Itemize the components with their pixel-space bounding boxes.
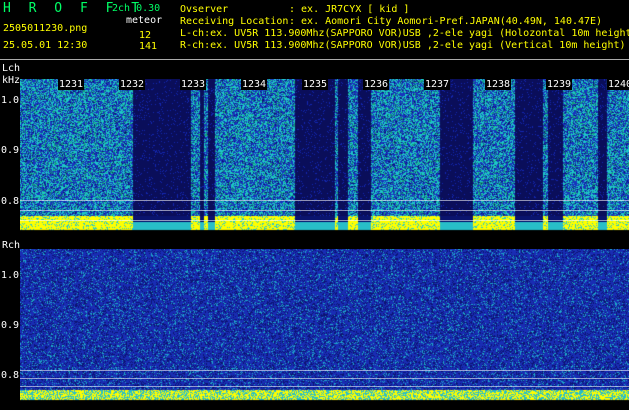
rch-label: Rch [2,240,21,251]
lch-time-label: 1234 [241,79,268,90]
datetime-label: 25.05.01 12:30 [3,40,88,51]
filename-label: 2505011230.png [3,23,88,34]
rch-gridline [20,378,629,379]
location-value: : ex. Aomori City Aomori-Pref.JAPAN(40.4… [289,16,603,27]
lch-time-label: 1240 [607,79,629,90]
lch-gridline [20,220,629,221]
observer-value: : ex. JR7CYX [ kid ] [289,4,410,15]
rch-info: R-ch:ex. UV5R 113.900Mhz(SAPPORO VOR)USB… [180,40,626,51]
rch-ytick-0.9: 0.9 [1,320,20,331]
observer-label: Ovserver [180,4,229,15]
rch-ytick-1.0: 1.0 [1,270,20,281]
lch-gridline [20,210,629,211]
rch-gridline [20,386,629,387]
lch-time-label: 1237 [424,79,451,90]
category-label: meteor [126,15,163,26]
lch-ytick-0.9: 0.9 [1,145,20,156]
lch-time-label: 1232 [119,79,146,90]
lch-spectrogram: 1231 1232 1233 1234 1235 1236 1237 1238 1239 1240 [20,79,629,233]
lch-info: L-ch:ex. UV5R 113.900Mhz(SAPPORO VOR)USB… [180,28,629,39]
rch-spectrogram [20,249,629,410]
lch-time-label: 1231 [58,79,85,90]
lch-ytick-1.0: 1.0 [1,95,20,106]
lch-time-label: 1235 [302,79,329,90]
lch-unit: kHz [2,75,21,86]
location-label: Receiving Location [180,16,289,27]
lch-time-label: 1239 [546,79,573,90]
mode-label: 2ch 0.30 [112,3,161,14]
rch-ytick-0.8: 0.8 [1,370,20,381]
lch-ytick-0.8: 0.8 [1,196,20,207]
lch-time-label: 1233 [180,79,207,90]
rch-gridline [20,370,629,371]
lch-time-label: 1236 [363,79,390,90]
header-separator [0,59,629,60]
lch-label: Lch [2,63,21,74]
lch-time-label: 1238 [485,79,512,90]
lch-gridline [20,200,629,201]
rch-count: 141 [139,41,158,52]
